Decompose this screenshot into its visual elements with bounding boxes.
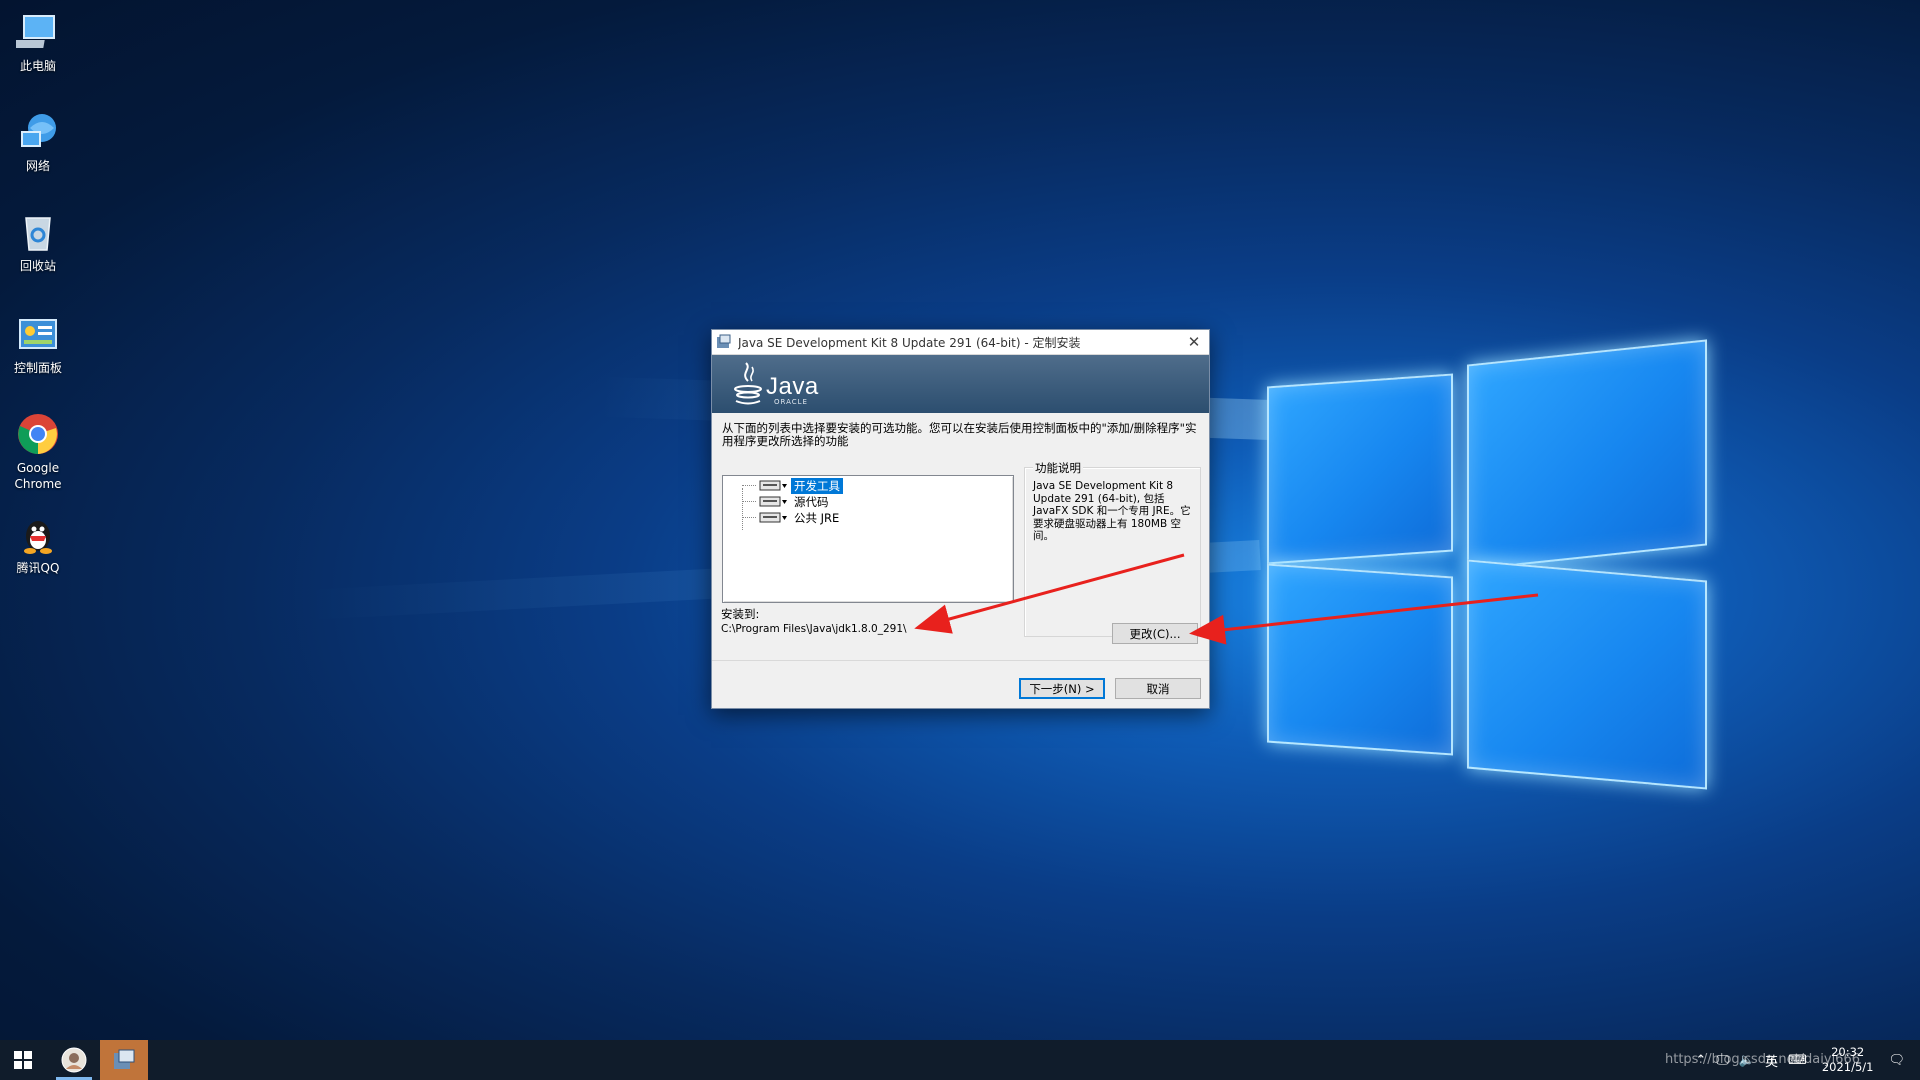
start-button[interactable] [0,1040,46,1080]
drive-dropdown-icon[interactable] [759,495,789,508]
java-banner: Java ORACLE [712,355,1209,413]
cancel-button[interactable]: 取消 [1115,678,1201,699]
feature-item-source-code[interactable]: 源代码 [759,494,832,509]
taskbar: ⌃ 🖵 🔈 英 ⌨ 20:32 2021/5/1 🗨 https://blog.… [0,1040,1920,1080]
dialog-title: Java SE Development Kit 8 Update 291 (64… [738,335,1081,350]
feature-tree[interactable]: 开发工具 源代码 公共 JRE [722,475,1014,603]
recycle-bin-icon [16,210,60,254]
desktop-icon-chrome[interactable]: Google Chrome [6,412,70,492]
feature-description-text: Java SE Development Kit 8 Update 291 (64… [1033,480,1191,542]
drive-dropdown-icon[interactable] [759,511,789,524]
install-to-label: 安装到: [721,607,760,621]
desktop-icon-qq[interactable]: 腾讯QQ [6,512,70,576]
oracle-logo-text: ORACLE [774,398,808,406]
control-panel-icon [16,312,60,356]
tree-connector [742,488,743,530]
desktop-icon-this-pc[interactable]: 此电脑 [6,10,70,74]
windows-start-icon [14,1051,32,1069]
tree-connector [742,485,756,486]
divider [712,660,1209,661]
close-icon[interactable]: ✕ [1179,330,1209,354]
installer-icon [716,334,732,350]
qq-avatar-icon [61,1047,87,1073]
desktop-icon-recycle-bin[interactable]: 回收站 [6,210,70,274]
computer-icon [13,10,60,54]
title-bar[interactable]: Java SE Development Kit 8 Update 291 (64… [712,330,1209,355]
change-button[interactable]: 更改(C)... [1112,623,1198,644]
chrome-icon [16,412,60,456]
jdk-custom-setup-dialog: Java SE Development Kit 8 Update 291 (64… [711,329,1210,709]
java-logo-text: Java [766,373,819,400]
taskbar-qq-avatar[interactable] [50,1040,98,1080]
install-path: C:\Program Files\Java\jdk1.8.0_291\ [721,623,907,635]
qq-icon [16,512,60,556]
feature-description-title: 功能说明 [1033,460,1083,476]
feature-description-group: 功能说明 Java SE Development Kit 8 Update 29… [1024,460,1201,637]
feature-item-dev-tools[interactable]: 开发工具 [759,476,844,495]
network-icon [16,110,60,154]
tree-connector [742,517,756,518]
watermark-text: https://blog.csdn.net/daiyi666 [1664,1052,1860,1067]
instruction-text: 从下面的列表中选择要安装的可选功能。您可以在安装后使用控制面板中的"添加/删除程… [722,421,1197,448]
desktop-icon-control-panel[interactable]: 控制面板 [6,312,70,376]
taskbar-java-installer[interactable] [100,1040,148,1080]
next-button[interactable]: 下一步(N) > [1019,678,1105,699]
java-cup-icon [734,362,762,405]
tree-connector [742,501,756,502]
feature-item-public-jre[interactable]: 公共 JRE [759,510,842,525]
notification-icon[interactable]: 🗨 [1888,1053,1905,1068]
java-installer-icon [114,1049,135,1069]
desktop-icon-network[interactable]: 网络 [6,110,70,174]
drive-dropdown-icon[interactable] [759,479,789,492]
